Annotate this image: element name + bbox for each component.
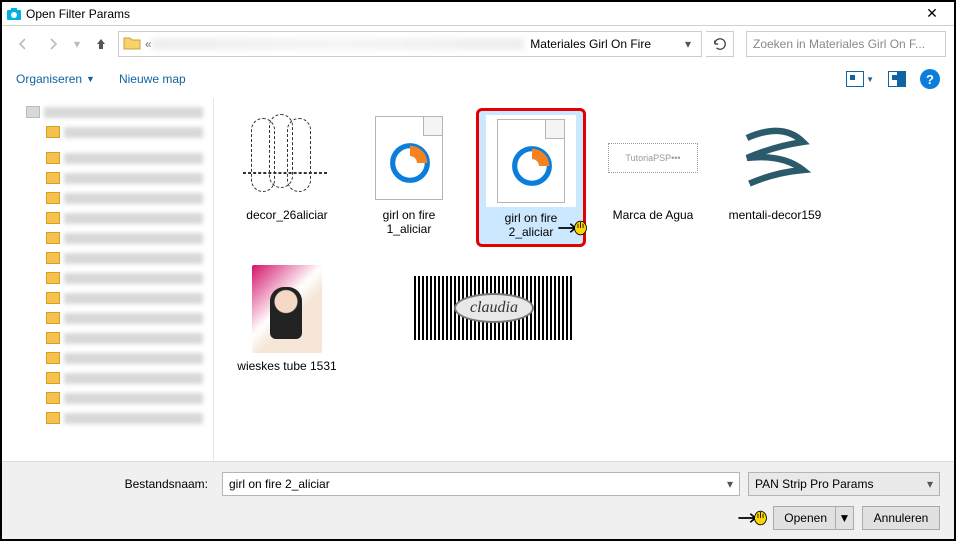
help-button[interactable]: ? (920, 69, 940, 89)
file-thumbnail (242, 112, 332, 204)
file-thumbnail (364, 112, 454, 204)
watermark-claudia: claudia (414, 276, 574, 340)
file-thumbnail (242, 263, 332, 355)
address-dropdown[interactable]: ▾ (679, 33, 697, 55)
chevron-down-icon[interactable]: ▾ (927, 477, 933, 491)
forward-button[interactable] (40, 31, 66, 57)
breadcrumb-blurred (152, 38, 525, 50)
filename-input[interactable]: girl on fire 2_aliciar ▾ (222, 472, 740, 496)
search-input[interactable]: Zoeken in Materiales Girl On F... (746, 31, 946, 57)
folder-tree[interactable] (2, 98, 214, 461)
file-thumbnail (486, 115, 576, 207)
file-caption: decor_26aliciar (246, 208, 327, 222)
address-bar[interactable]: « Materiales Girl On Fire ▾ (118, 31, 702, 57)
new-folder-button[interactable]: Nieuwe map (119, 72, 186, 86)
close-button[interactable]: ✕ (914, 3, 950, 25)
file-item[interactable]: girl on fire 1_aliciar (354, 108, 464, 247)
up-button[interactable] (88, 31, 114, 57)
breadcrumb-sep: « (145, 37, 152, 51)
filetype-select[interactable]: PAN Strip Pro Params ▾ (748, 472, 940, 496)
chevron-down-icon: ▼ (866, 75, 874, 84)
cancel-button[interactable]: Annuleren (862, 506, 940, 530)
file-grid[interactable]: decor_26aliciar girl on fire 1_aliciar gir… (214, 98, 954, 461)
open-button[interactable]: Openen ▼ (773, 506, 854, 530)
file-item[interactable]: wieskes tube 1531 (232, 259, 342, 377)
file-thumbnail (730, 112, 820, 204)
view-options-button[interactable]: ▼ (846, 71, 874, 87)
file-item[interactable]: TutoriaPSP••• Marca de Agua (598, 108, 708, 247)
search-placeholder: Zoeken in Materiales Girl On F... (753, 37, 925, 51)
chevron-down-icon[interactable]: ▾ (727, 477, 733, 491)
organize-menu[interactable]: Organiseren ▼ (16, 72, 95, 86)
pointer-icon (555, 216, 589, 240)
folder-icon (123, 35, 141, 53)
file-caption: mentali-decor159 (729, 208, 822, 222)
back-button[interactable] (10, 31, 36, 57)
preview-pane-button[interactable] (888, 71, 906, 87)
window-title: Open Filter Params (26, 7, 914, 21)
chevron-down-icon: ▼ (86, 74, 95, 84)
breadcrumb-current[interactable]: Materiales Girl On Fire (524, 37, 679, 51)
filename-label: Bestandsnaam: (16, 477, 214, 491)
file-item[interactable]: mentali-decor159 (720, 108, 830, 247)
recent-dropdown[interactable]: ▾ (70, 31, 84, 57)
app-icon (6, 6, 22, 22)
thumbnails-icon (846, 71, 864, 87)
file-thumbnail: TutoriaPSP••• (608, 112, 698, 204)
file-item[interactable]: girl on fire 2_aliciar (476, 108, 586, 247)
file-caption: wieskes tube 1531 (237, 359, 336, 373)
refresh-button[interactable] (706, 31, 734, 57)
file-item[interactable]: decor_26aliciar (232, 108, 342, 247)
pointer-icon-open (735, 506, 769, 530)
file-caption: Marca de Agua (613, 208, 694, 222)
file-caption: girl on fire 1_aliciar (359, 208, 459, 237)
open-split-dropdown[interactable]: ▼ (835, 507, 853, 529)
